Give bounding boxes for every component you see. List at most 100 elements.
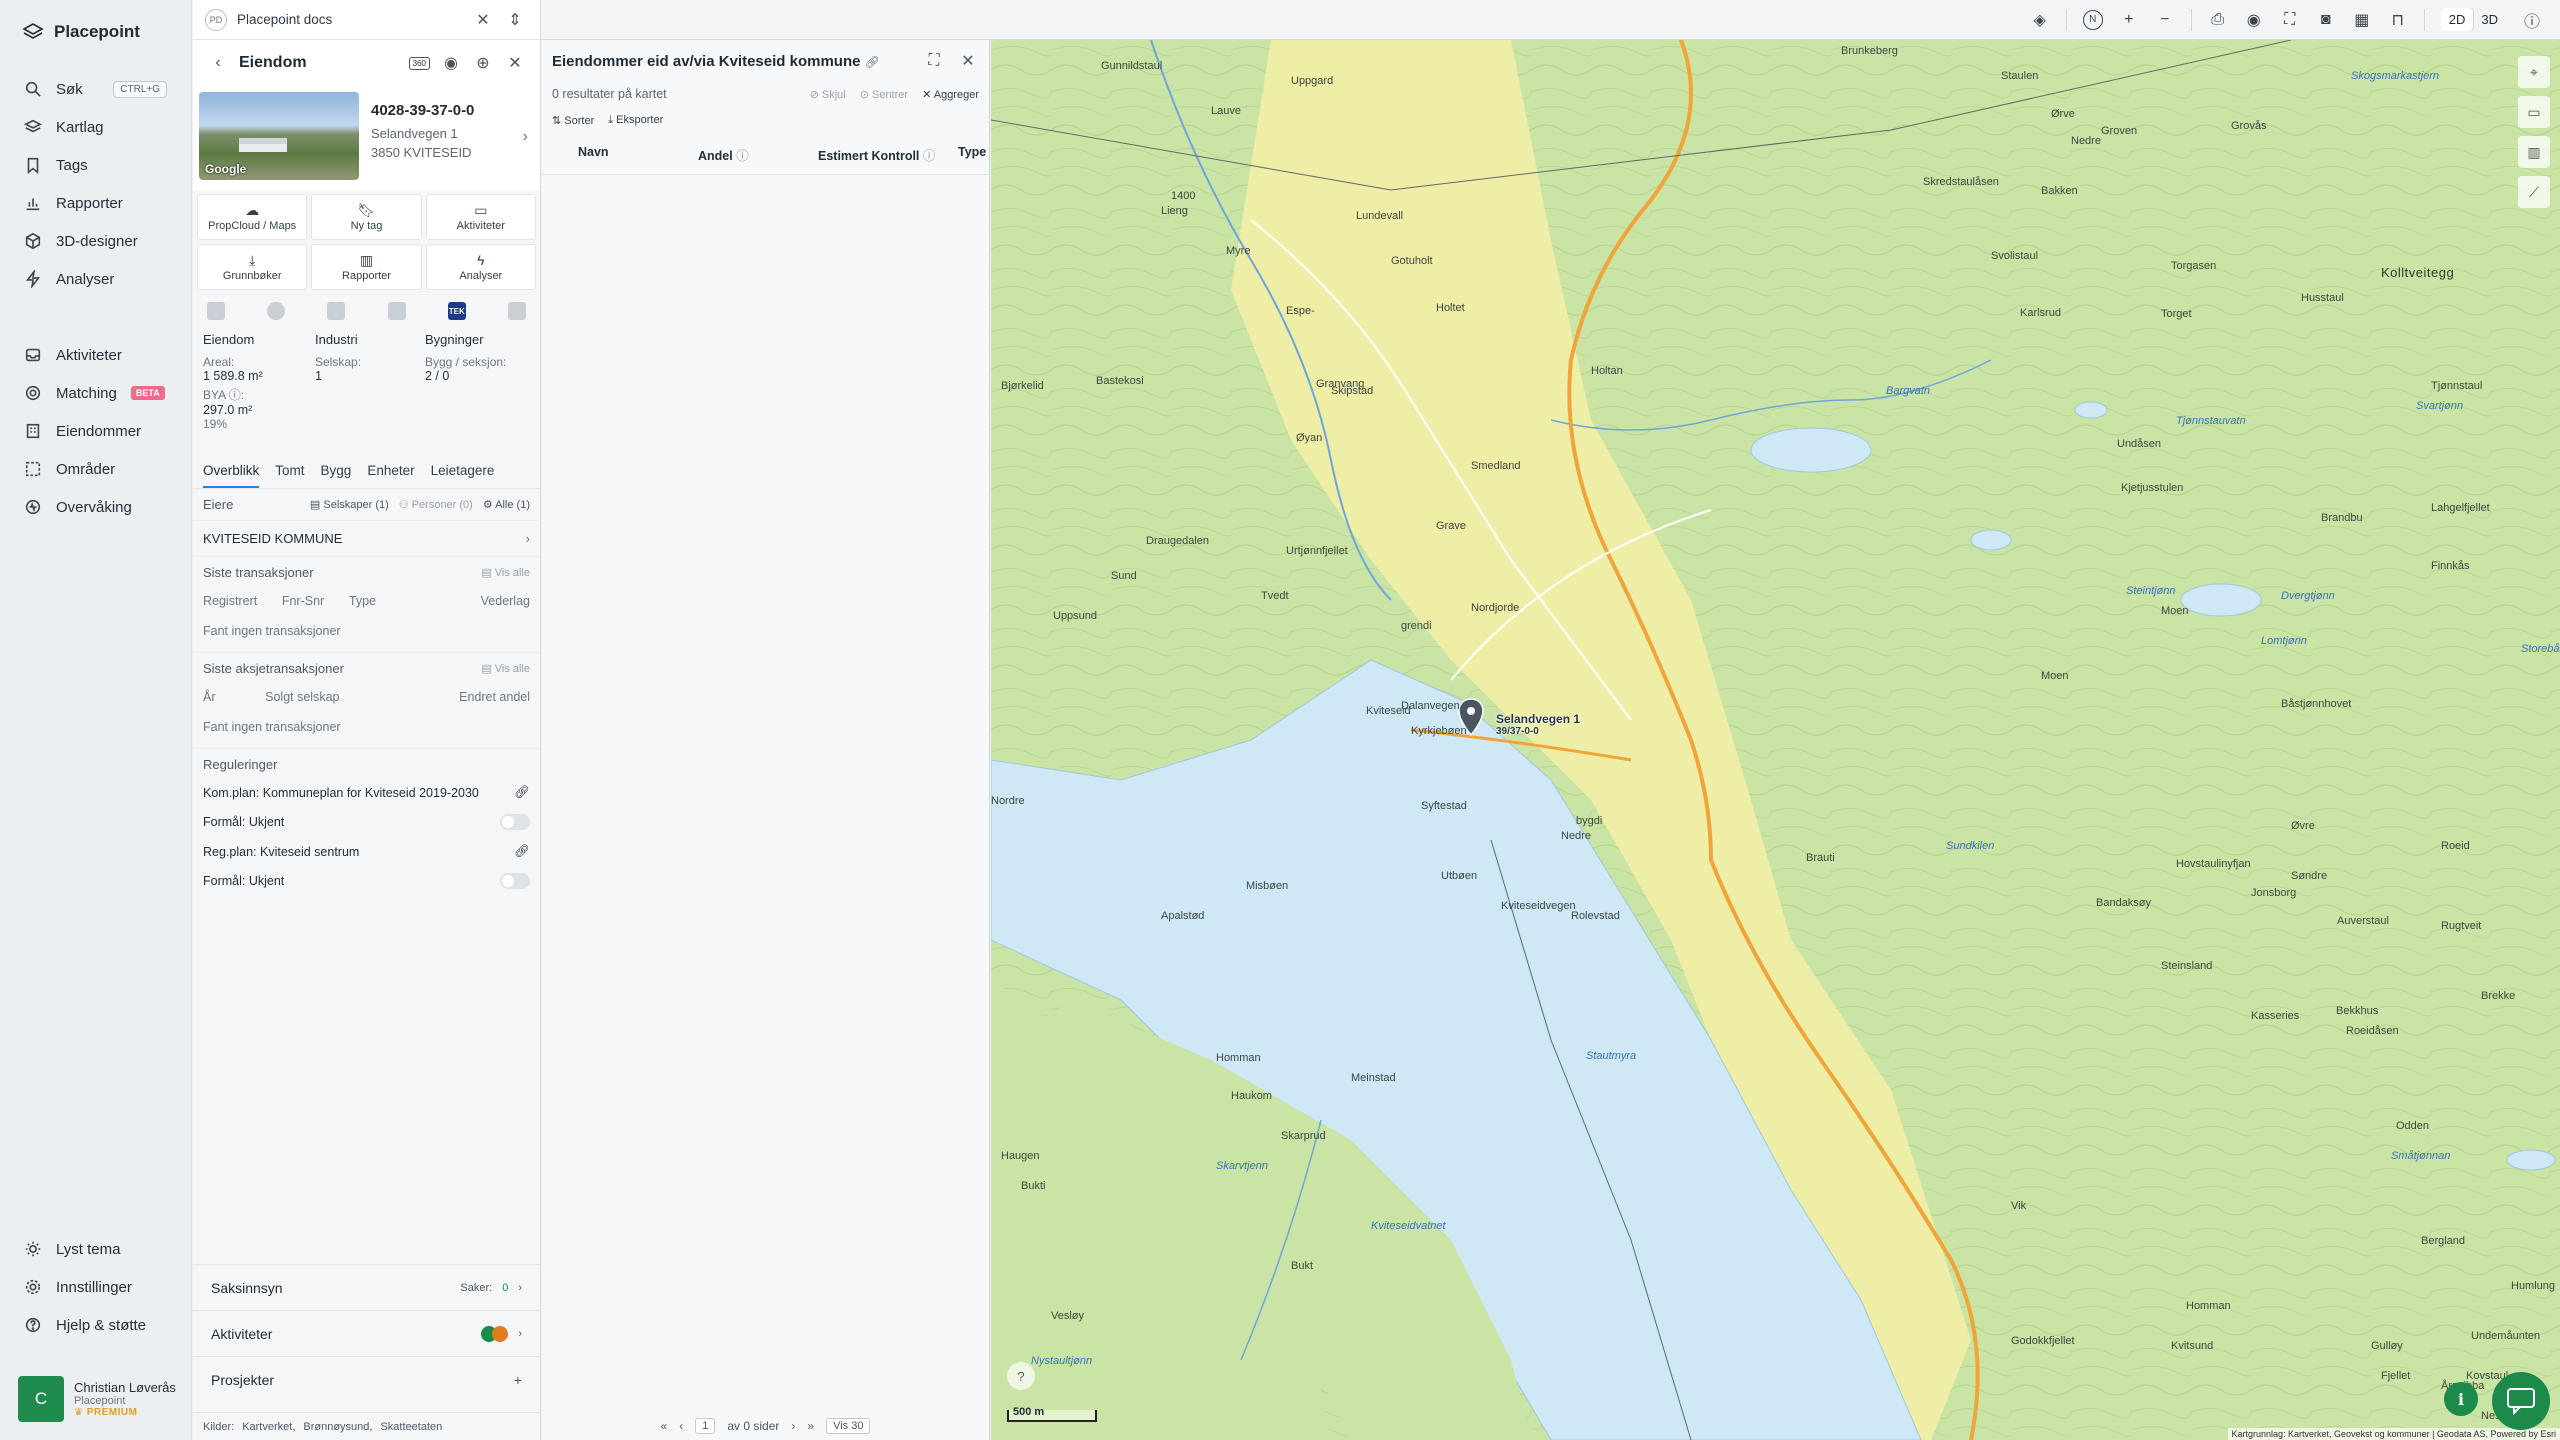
back-arrow-icon[interactable]: ‹ [207,54,229,72]
page-input[interactable]: 1 [695,1418,716,1434]
link-icon[interactable]: 🔗︎ [514,844,530,859]
view-all-transactions[interactable]: ▤ Vis alle [481,566,530,579]
filter-all[interactable]: ⚙ Alle (1) [483,498,530,511]
aggregate-button[interactable]: ✕ Aggreger [922,88,979,101]
new-tag-button[interactable]: 🔖︎ Ny tag [311,194,422,240]
last-page-icon[interactable]: » [807,1419,814,1433]
hide-button[interactable]: ⊘ Skjul [810,88,846,101]
case-insight-row[interactable]: Saksinnsyn Saker: 0 › [193,1264,540,1310]
nav-item-properties[interactable]: Eiendommer [0,412,191,450]
chevron-right-icon[interactable]: › [523,128,528,146]
expand-icon[interactable]: ⛶ [923,52,945,70]
layers-stack-icon[interactable]: ◈ [2030,10,2050,30]
analyses-button[interactable]: ϟ Analyser [425,244,536,290]
tab-overview[interactable]: Overblikk [203,457,260,488]
land-registry-button[interactable]: ⤓ Grunnbøker [197,244,308,290]
column-header-control[interactable]: Estimert Kontroll ⓘ [818,145,958,164]
nav-item-map-layers[interactable]: Kartlag [0,108,191,146]
regulation-plan-row[interactable]: Reg.plan: Kviteseid sentrum 🔗︎ [203,837,530,866]
layer-icon-6[interactable] [507,302,526,320]
first-page-icon[interactable]: « [661,1419,668,1433]
mode-3d-button[interactable]: 3D [2473,8,2506,31]
column-header-share[interactable]: Andel ⓘ [698,145,818,164]
nav-item-reports[interactable]: Rapporter [0,184,191,222]
column-header-name[interactable]: Navn [578,145,698,164]
chat-button[interactable] [2492,1372,2550,1430]
regulation-plan-row[interactable]: Kom.plan: Kommuneplan for Kviteseid 2019… [203,778,530,807]
layer-icon-3[interactable] [327,302,346,320]
property-summary[interactable]: Google 4028-39-37-0-0 Selandvegen 1 3850… [193,86,540,190]
tab-lot[interactable]: Tomt [275,457,304,488]
zoom-in-icon[interactable]: + [2119,11,2139,29]
ruler-icon[interactable]: ▭ [2518,96,2550,128]
tab-tenants[interactable]: Leietagere [431,457,495,488]
link-icon[interactable]: 🔗︎ [514,785,530,800]
tab-buildings[interactable]: Bygg [321,457,352,488]
eye-icon[interactable]: ◉ [2244,10,2264,30]
purpose-toggle[interactable] [500,873,530,889]
add-icon[interactable]: + [514,1372,522,1388]
link-icon[interactable]: 🔗︎ [865,55,880,69]
grid-icon[interactable]: ▦ [2352,10,2372,30]
info-button[interactable]: i [2444,1382,2478,1416]
profile-icon[interactable]: ⟋ [2518,176,2550,208]
next-page-icon[interactable]: › [791,1419,795,1433]
source-item[interactable]: Brønnøysund, [303,1421,372,1433]
view-360-icon[interactable]: 360 [408,56,430,70]
nav-item-help[interactable]: Hjelp & støtte [0,1306,191,1344]
projects-row[interactable]: Prosjekter + [193,1356,540,1402]
map-help-icon[interactable]: ? [1007,1362,1035,1390]
activities-row[interactable]: Aktiviteter › [193,1310,540,1356]
tek-icon[interactable]: TEK [447,302,466,320]
propcloud-maps-button[interactable]: ☁ PropCloud / Maps [197,194,308,240]
measure-tool-icon[interactable]: ⌖ [2518,56,2550,88]
nav-item-analyses[interactable]: Analyser [0,260,191,298]
nav-item-activities[interactable]: Aktiviteter [0,336,191,374]
add-circle-icon[interactable]: ⊕ [472,53,494,73]
nav-item-areas[interactable]: Områder [0,450,191,488]
nav-item-settings[interactable]: Innstillinger [0,1268,191,1306]
prev-page-icon[interactable]: ‹ [679,1419,683,1433]
nav-item-3d-designer[interactable]: 3D-designer [0,222,191,260]
close-panel-icon[interactable]: ✕ [957,51,979,71]
per-page-select[interactable]: Vis 30 [826,1418,871,1434]
reports-button[interactable]: ▥ Rapporter [311,244,422,290]
activities-button[interactable]: ▭ Aktiviteter [425,194,536,240]
nav-item-monitoring[interactable]: Overvåking [0,488,191,526]
view-all-share-transactions[interactable]: ▤ Vis alle [481,662,530,675]
sort-button[interactable]: ⇅ Sorter [552,114,594,127]
print-icon[interactable]: ⎙ [2208,11,2228,29]
nav-item-light-theme[interactable]: Lyst tema [0,1230,191,1268]
filter-companies[interactable]: ▤ Selskaper (1) [310,498,389,511]
street-view-photo[interactable]: Google [199,92,359,180]
export-button[interactable]: ⤓ Eksporter [608,114,663,127]
layer-icon-1[interactable] [207,302,225,320]
owner-row[interactable]: KVITESEID KOMMUNE › [193,521,540,557]
mode-2d-button[interactable]: 2D [2440,8,2474,31]
info-icon[interactable]: ⓘ [2522,8,2542,32]
fullscreen-icon[interactable]: ⛶ [2280,11,2300,29]
layer-icon-2[interactable] [267,302,286,320]
nav-item-matching[interactable]: Matching BETA [0,374,191,412]
purpose-toggle[interactable] [500,814,530,830]
filter-persons[interactable]: ⚇ Personer (0) [399,498,473,511]
compass-icon[interactable]: N [2082,9,2103,30]
source-item[interactable]: Skatteetaten [380,1421,442,1433]
eye-icon[interactable]: ◉ [440,53,462,73]
nav-item-search[interactable]: Søk CTRL+G [0,70,191,108]
elevation-chart-icon[interactable]: ▥ [2518,136,2550,168]
doc-title[interactable]: Placepoint docs [237,12,462,27]
tab-units[interactable]: Enheter [367,457,414,488]
zoom-out-icon[interactable]: − [2155,11,2175,29]
nav-item-tags[interactable]: Tags [0,146,191,184]
layer-icon-4[interactable] [387,302,406,320]
expand-collapse-icon[interactable]: ⇕ [504,10,526,30]
source-item[interactable]: Kartverket, [242,1421,295,1433]
close-icon[interactable]: ✕ [472,10,494,30]
center-button[interactable]: ⊙ Sentrer [860,88,908,101]
map-canvas[interactable]: Selandvegen 1 39/37-0-0 Gunnildstaul Uppg… [991,40,2560,1440]
close-panel-icon[interactable]: ✕ [504,53,526,73]
camera-icon[interactable]: ◙ [2316,11,2336,29]
brand[interactable]: Placepoint [0,0,191,64]
column-header-type[interactable]: Type [958,145,986,164]
